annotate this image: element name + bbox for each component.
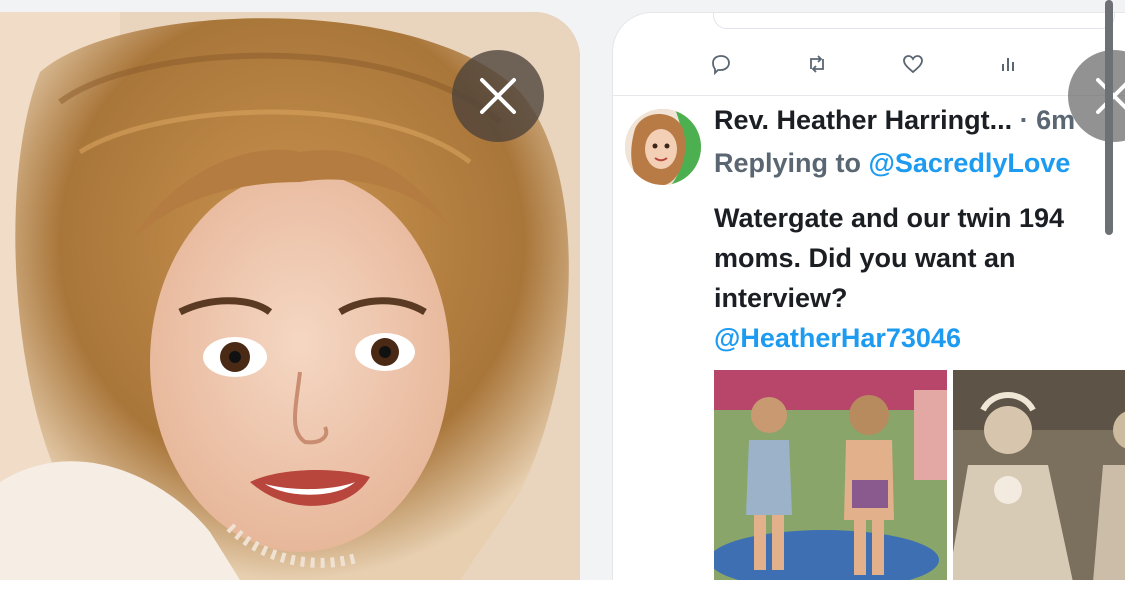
mention-link[interactable]: @HeatherHar73046 (714, 318, 1125, 358)
tweet-actions (708, 51, 1125, 77)
media-photo-vintage[interactable] (953, 370, 1125, 581)
screen: Rev. Heather Harringt... · 6m Replying t… (0, 0, 1125, 603)
close-button[interactable] (452, 50, 544, 142)
reply-prefix: Replying to (714, 148, 869, 178)
tweet-media (714, 370, 1125, 581)
bottom-bar (0, 580, 1125, 603)
tweet-text-line: Watergate and our twin 194 (714, 203, 1065, 233)
retweet-button[interactable] (804, 51, 830, 77)
tweet-text-line: moms. Did you want an (714, 243, 1016, 273)
tweet-card[interactable]: Rev. Heather Harringt... · 6m Replying t… (612, 12, 1125, 582)
reply-icon (712, 55, 730, 75)
like-button[interactable] (900, 51, 926, 77)
retweet-icon (810, 55, 824, 73)
previous-tweet-edge (713, 13, 1115, 29)
vintage-photo (953, 370, 1125, 581)
scrollbar[interactable] (1105, 0, 1113, 235)
divider (613, 95, 1125, 96)
reply-to-mention[interactable]: @SacredlyLove (869, 148, 1071, 178)
views-icon (1002, 58, 1014, 71)
author-name[interactable]: Rev. Heather Harringt... (714, 105, 1012, 135)
like-icon (903, 55, 923, 74)
replying-to: Replying to @SacredlyLove (714, 148, 1070, 179)
close-icon (480, 78, 516, 114)
children-photo (714, 370, 947, 581)
views-button[interactable] (996, 51, 1022, 77)
reply-button[interactable] (708, 51, 734, 77)
avatar-photo (625, 109, 701, 185)
tweet-text-line: interview? (714, 283, 848, 313)
media-photo-children[interactable] (714, 370, 947, 581)
time-separator: · (1012, 105, 1037, 135)
tweet-text: Watergate and our twin 194 moms. Did you… (714, 198, 1125, 358)
avatar[interactable] (625, 109, 701, 185)
tweet-header: Rev. Heather Harringt... · 6m (714, 105, 1075, 136)
